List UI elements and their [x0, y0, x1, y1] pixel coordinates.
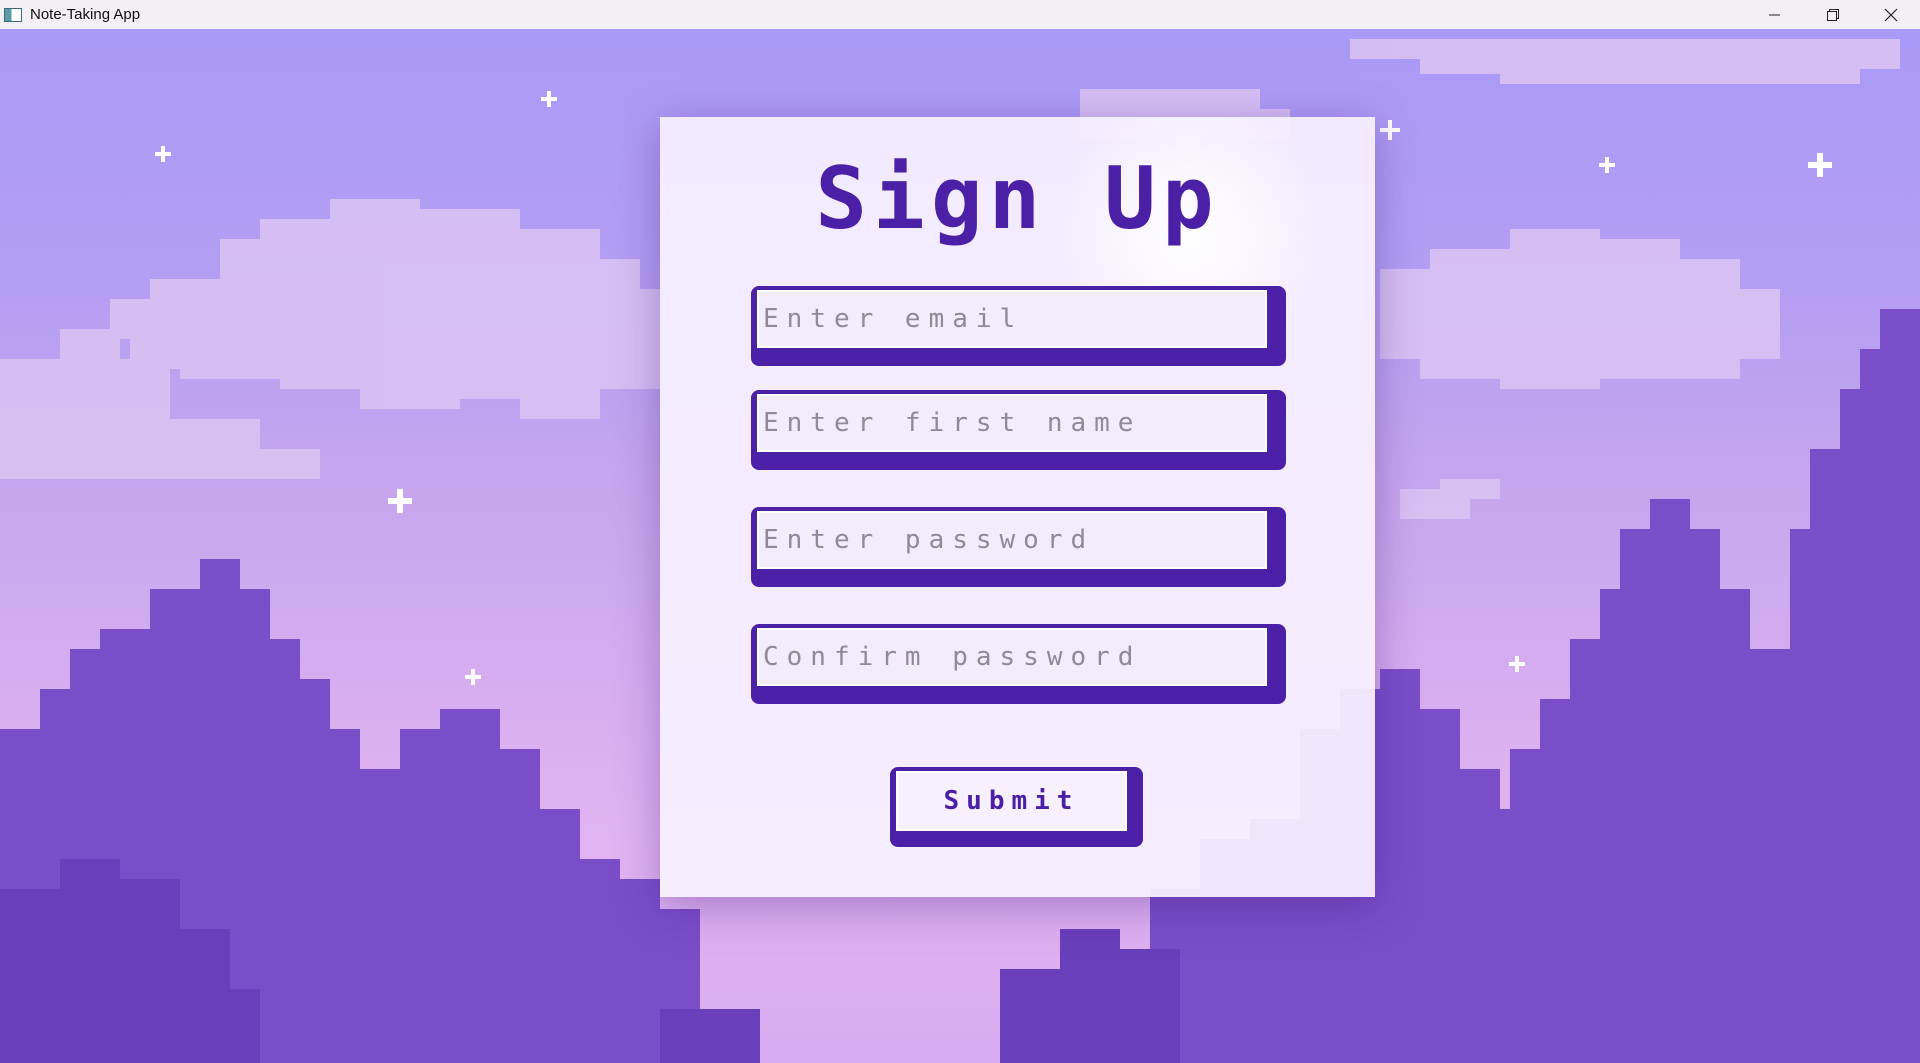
- title-bar: Note-Taking App: [0, 0, 1920, 29]
- app-icon: [4, 7, 22, 22]
- email-field[interactable]: [756, 289, 1268, 349]
- submit-button[interactable]: Submit: [895, 770, 1128, 832]
- app-window: Note-Taking App Sign Up Enter email Ente…: [0, 0, 1920, 1063]
- submit-button-frame: Submit: [890, 767, 1143, 847]
- close-icon: [1884, 8, 1898, 21]
- minimize-button[interactable]: [1746, 0, 1804, 29]
- password-field-frame: [751, 507, 1286, 587]
- close-button[interactable]: [1862, 0, 1920, 29]
- signup-card: Sign Up Submit: [660, 117, 1375, 897]
- page-title: Sign Up: [815, 149, 1220, 249]
- minimize-icon: [1769, 14, 1780, 15]
- first-name-field-frame: [751, 390, 1286, 470]
- confirm-password-field[interactable]: [756, 627, 1268, 687]
- restore-icon: [1827, 8, 1839, 21]
- window-controls: [1746, 0, 1920, 29]
- confirm-password-field-frame: [751, 624, 1286, 704]
- window-title: Note-Taking App: [30, 6, 141, 23]
- email-field-frame: [751, 286, 1286, 366]
- first-name-field[interactable]: [756, 393, 1268, 453]
- restore-button[interactable]: [1804, 0, 1862, 29]
- password-field[interactable]: [756, 510, 1268, 570]
